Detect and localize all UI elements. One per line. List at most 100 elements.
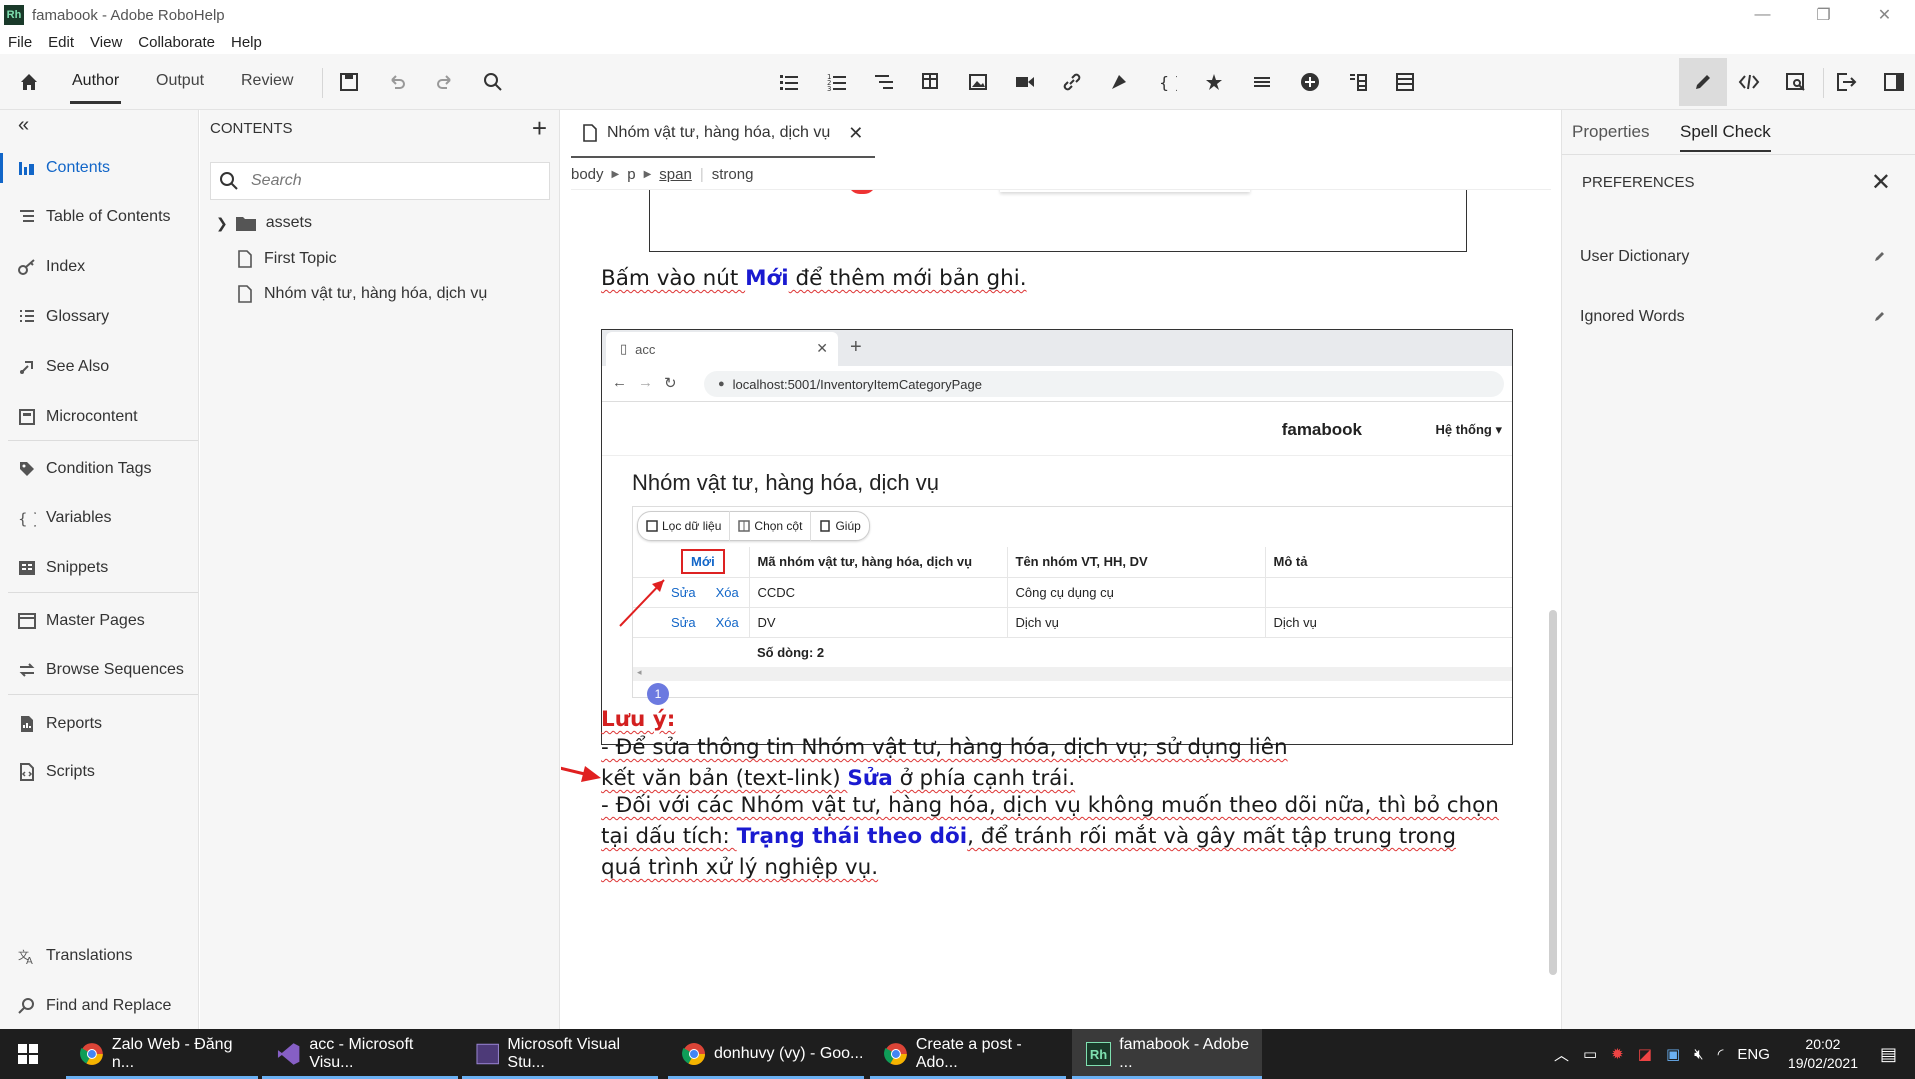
acrobat-icon[interactable]: ◪ <box>1638 1045 1652 1063</box>
find-icon[interactable] <box>475 64 511 100</box>
ignored-words-item[interactable]: Ignored Words <box>1580 308 1900 326</box>
chevron-right-icon[interactable]: ❯ <box>216 215 228 232</box>
document-content[interactable]: Bấm vào nút Mới để thêm mới bản ghi. ▯ a… <box>561 190 1560 1029</box>
bulleted-list-icon[interactable] <box>771 64 807 100</box>
horizontal-line-icon[interactable] <box>1244 64 1280 100</box>
taskbar-zalo[interactable]: Zalo Web - Đăng n... <box>66 1029 258 1079</box>
taskbar-vs-acc[interactable]: acc - Microsoft Visu... <box>262 1029 458 1079</box>
minimize-button[interactable]: — <box>1732 0 1793 30</box>
panel-toggle-icon[interactable] <box>1876 64 1912 100</box>
pencil-icon[interactable] <box>1874 310 1886 322</box>
wifi-icon[interactable]: ◜ <box>1718 1045 1724 1063</box>
taskbar-robohelp[interactable]: Rh famabook - Adobe ... <box>1072 1029 1262 1079</box>
menu-view[interactable]: View <box>90 34 122 51</box>
export-icon[interactable] <box>1828 64 1864 100</box>
nav-find-and-replace[interactable]: Find and Replace <box>0 989 199 1023</box>
preview-icon[interactable] <box>1778 64 1814 100</box>
volume-muted-icon[interactable]: 🔇︎ <box>1694 1046 1703 1063</box>
pencil-icon[interactable] <box>1874 250 1886 262</box>
network-app-icon[interactable]: ✹ <box>1611 1045 1624 1063</box>
breadcrumb-span[interactable]: span <box>659 166 692 183</box>
nav-master-pages[interactable]: Master Pages <box>0 604 199 638</box>
menu-edit[interactable]: Edit <box>48 34 74 51</box>
nav-reports[interactable]: Reports <box>0 707 199 741</box>
breadcrumb-p[interactable]: p <box>627 166 635 183</box>
show-hidden-icons[interactable]: ︿ <box>1554 1044 1569 1065</box>
home-icon[interactable] <box>11 64 47 100</box>
note-label[interactable]: Lưu ý: <box>601 704 675 735</box>
editor-pane: Nhóm vật tư, hàng hóa, dịch vụ ✕ body ▶ … <box>561 110 1560 1029</box>
close-window-button[interactable]: ✕ <box>1854 0 1915 30</box>
nav-snippets[interactable]: Snippets <box>0 551 199 585</box>
note-paragraph-tracking[interactable]: - Đối với các Nhóm vật tư, hàng hóa, dịc… <box>601 790 1501 883</box>
tab-output[interactable]: Output <box>156 72 204 90</box>
tree-item-nhom-vat-tu[interactable]: Nhóm vật tư, hàng hóa, dịch vụ <box>238 285 487 303</box>
taskbar-vs[interactable]: Microsoft Visual Stu... <box>462 1029 658 1079</box>
menu-collaborate[interactable]: Collaborate <box>138 34 215 51</box>
notification-icon[interactable]: ▤ <box>1880 1044 1897 1065</box>
close-icon[interactable]: ✕ <box>1871 168 1891 197</box>
nav-see-also[interactable]: See Also <box>0 350 199 384</box>
nav-index[interactable]: Index <box>0 250 199 284</box>
app-tray-icon[interactable]: ▣ <box>1666 1045 1680 1063</box>
tree-item-first-topic[interactable]: First Topic <box>238 250 337 268</box>
user-dictionary-item[interactable]: User Dictionary <box>1580 248 1900 266</box>
hyperlink-icon[interactable] <box>1054 64 1090 100</box>
taskbar-create-post[interactable]: Create a post - Ado... <box>870 1029 1066 1079</box>
nav-microcontent[interactable]: Microcontent <box>0 400 199 434</box>
paragraph-click-new[interactable]: Bấm vào nút Mới để thêm mới bản ghi. <box>601 263 1027 294</box>
insert-master-icon[interactable] <box>1387 64 1423 100</box>
variable-braces-icon[interactable]: { } <box>1149 64 1185 100</box>
menu-file[interactable]: File <box>8 34 32 51</box>
nav-scripts[interactable]: Scripts <box>0 755 199 789</box>
breadcrumb-body[interactable]: body <box>571 166 604 183</box>
tab-spell-check[interactable]: Spell Check <box>1680 122 1771 152</box>
tree-item-assets[interactable]: ❯ assets <box>216 214 312 232</box>
numbered-list-icon[interactable]: 123 <box>819 64 855 100</box>
clock[interactable]: 20:02 19/02/2021 <box>1788 1035 1858 1073</box>
multilevel-list-icon[interactable] <box>866 64 902 100</box>
new-record-button: Mới <box>681 549 725 575</box>
collapse-icon[interactable]: « <box>18 114 29 137</box>
microcontent-icon <box>19 409 35 425</box>
video-icon[interactable] <box>1007 64 1043 100</box>
bookmark-icon[interactable] <box>1101 64 1137 100</box>
nav-browse-sequences[interactable]: Browse Sequences <box>0 653 199 687</box>
source-code-icon[interactable] <box>1731 64 1767 100</box>
nav-translations[interactable]: 文A Translations <box>0 939 199 973</box>
document-tab[interactable]: Nhóm vật tư, hàng hóa, dịch vụ ✕ <box>571 110 876 158</box>
note-paragraph-edit[interactable]: - Để sửa thông tin Nhóm vật tư, hàng hóa… <box>601 732 1301 794</box>
battery-icon[interactable]: ▭ <box>1583 1045 1597 1063</box>
tab-properties[interactable]: Properties <box>1572 122 1649 142</box>
nav-variables[interactable]: { } Variables <box>0 501 199 535</box>
restore-button[interactable]: ❐ <box>1793 0 1854 30</box>
nav-table-of-contents[interactable]: Table of Contents <box>0 200 199 234</box>
language-indicator[interactable]: ENG <box>1737 1046 1770 1063</box>
add-circle-icon[interactable] <box>1292 64 1328 100</box>
tab-author[interactable]: Author <box>69 72 122 104</box>
insert-table-icon[interactable] <box>913 64 949 100</box>
insert-snippet-icon[interactable] <box>1340 64 1376 100</box>
add-icon[interactable]: + <box>532 115 547 141</box>
menu-help[interactable]: Help <box>231 34 262 51</box>
columns-icon <box>738 520 751 532</box>
undo-icon[interactable] <box>379 64 415 100</box>
windows-start-icon[interactable] <box>18 1044 38 1064</box>
breadcrumb-strong[interactable]: strong <box>712 166 754 183</box>
contents-search-input[interactable]: Search <box>210 162 550 200</box>
nav-condition-tags[interactable]: Condition Tags <box>0 452 199 486</box>
robohelp-logo: Rh <box>4 5 24 25</box>
editor-scrollbar[interactable] <box>1549 610 1557 975</box>
nav-contents[interactable]: Contents <box>0 151 199 185</box>
nav-glossary[interactable]: Glossary <box>0 300 199 334</box>
save-icon[interactable] <box>331 64 367 100</box>
taskbar-github[interactable]: donhuvy (vy) - Goo... <box>668 1029 864 1079</box>
special-char-icon[interactable] <box>1196 64 1232 100</box>
image-icon[interactable] <box>960 64 996 100</box>
folder-icon <box>235 217 256 231</box>
redo-icon[interactable] <box>427 64 463 100</box>
tab-review[interactable]: Review <box>241 72 293 90</box>
edit-mode-pencil-icon[interactable] <box>1679 58 1727 106</box>
embedded-screenshot[interactable]: ▯ acc ✕ + ← → ↻ ● localhost:5001/Invento… <box>601 329 1513 745</box>
close-tab-icon[interactable]: ✕ <box>848 123 863 144</box>
